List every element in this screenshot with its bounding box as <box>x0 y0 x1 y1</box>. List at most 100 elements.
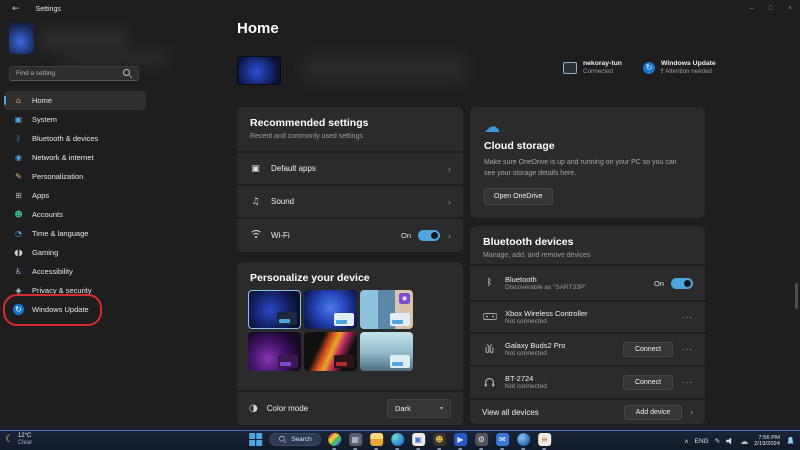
sidebar-item-system[interactable]: ▣ System <box>4 110 146 129</box>
wallpaper-thumb-4[interactable] <box>248 332 301 371</box>
system-tray: ∧ ENG ✎ ☁ 7:56 PM 2/19/2024 <box>684 432 795 450</box>
alert-icon: ! <box>661 68 664 75</box>
weather-temp: 12°C <box>17 433 32 439</box>
weather-widget[interactable]: ☾ 12°C Clear <box>5 433 32 447</box>
sidebar-item-network-internet[interactable]: ◉ Network & internet <box>4 148 146 167</box>
device-name: Galaxy Buds2 Pro <box>505 341 566 350</box>
wifi-toggle[interactable] <box>418 230 440 241</box>
more-options-button[interactable]: ··· <box>682 313 693 322</box>
cloud-storage-description: Make sure OneDrive is up and running on … <box>484 159 677 177</box>
settings-icon[interactable]: ⚙ <box>474 433 488 450</box>
sidebar-item-accounts[interactable]: ☻ Accounts <box>4 205 146 224</box>
back-button[interactable]: ← <box>12 4 20 14</box>
page-scrollbar[interactable] <box>795 283 798 309</box>
network-state: Connected <box>583 68 613 75</box>
search-icon <box>123 69 132 78</box>
app-glyph: ⚙ <box>477 435 485 444</box>
photos-icon[interactable]: ▣ <box>411 433 425 450</box>
running-indicator <box>332 448 337 450</box>
search-input[interactable]: Find a setting <box>9 66 139 81</box>
running-indicator <box>353 448 358 450</box>
moon-icon: ☾ <box>5 434 14 445</box>
onedrive-icon[interactable]: ☁ <box>740 437 748 446</box>
start-button[interactable] <box>249 433 263 446</box>
default-apps-row[interactable]: ▣ Default apps › <box>237 153 463 184</box>
default-apps-label: Default apps <box>271 164 316 173</box>
device-row-xbox-controller[interactable]: Xbox Wireless Controller Not connected ·… <box>470 302 705 332</box>
bluetooth-toggle-row[interactable]: ᛒ Bluetooth Discoverable as "SART33P" On <box>470 266 705 300</box>
sidebar-item-gaming[interactable]: ◖◗ Gaming <box>4 243 146 262</box>
color-mode-row[interactable]: ◑ Color mode Dark ▾ <box>237 392 463 425</box>
wallpaper-thumb-1[interactable] <box>248 290 301 329</box>
palette-app-icon[interactable] <box>327 433 341 450</box>
sidebar-item-privacy-security[interactable]: ◈ Privacy & security <box>4 281 146 300</box>
account-app-icon[interactable]: ☻ <box>432 433 446 450</box>
browser-app-icon[interactable] <box>516 433 530 450</box>
sidebar-item-personalization[interactable]: ✎ Personalization <box>4 167 146 186</box>
app-glyph: ▶ <box>457 435 464 444</box>
wifi-icon <box>249 229 262 242</box>
wallpaper-thumb-2[interactable] <box>304 290 357 329</box>
open-onedrive-button[interactable]: Open OneDrive <box>484 188 553 205</box>
window-title: Settings <box>35 5 61 13</box>
sidebar-item-home[interactable]: ⌂ Home <box>4 91 146 110</box>
wallpaper-thumb-3[interactable]: ◉ <box>360 290 413 329</box>
sound-row[interactable]: ♫ Sound › <box>237 186 463 217</box>
more-options-button[interactable]: ··· <box>682 345 693 354</box>
language-indicator[interactable]: ENG <box>695 438 709 445</box>
running-indicator <box>458 448 463 450</box>
minimize-button[interactable]: – <box>750 5 754 12</box>
chevron-right-icon: › <box>448 230 451 241</box>
clock[interactable]: 7:56 PM 2/19/2024 <box>754 435 780 448</box>
device-status: Not connected <box>505 383 547 390</box>
sidebar-item-apps[interactable]: ⊞ Apps <box>4 186 146 205</box>
spotlight-badge-icon: ◉ <box>399 293 410 304</box>
mail-app-icon[interactable]: ✉ <box>495 433 509 450</box>
volume-icon[interactable] <box>726 437 732 445</box>
sidebar-item-windows-update[interactable]: ↻ Windows Update <box>4 300 146 319</box>
color-mode-label: Color mode <box>266 404 309 413</box>
user-avatar[interactable] <box>9 23 34 54</box>
bluetooth-toggle[interactable] <box>671 277 693 289</box>
notification-bell-icon[interactable] <box>787 436 794 444</box>
color-mode-dropdown[interactable]: Dark ▾ <box>387 399 451 418</box>
sidebar-item-time-language[interactable]: ◔ Time & language <box>4 224 146 243</box>
sidebar-item-accessibility[interactable]: ♿ Accessibility <box>4 262 146 281</box>
app-glyph: ✉ <box>498 435 506 444</box>
hidden-icons-chevron[interactable]: ∧ <box>684 438 688 445</box>
add-device-button[interactable]: Add device <box>624 404 682 420</box>
taskbar-search[interactable]: Search <box>269 433 321 446</box>
pen-icon[interactable]: ✎ <box>715 437 720 445</box>
sidebar-item-label: System <box>32 115 58 124</box>
media-app-icon[interactable]: ▶ <box>453 433 467 450</box>
wifi-row[interactable]: Wi-Fi On › <box>237 219 463 252</box>
maximize-button[interactable]: □ <box>769 5 773 12</box>
search-placeholder: Find a setting <box>16 70 56 77</box>
sidebar-item-icon: ◈ <box>15 286 22 295</box>
notes-app-icon[interactable]: ≡ <box>537 433 551 450</box>
network-status-card[interactable]: nekoray-tun Connected <box>563 60 622 76</box>
windows-update-status-card[interactable]: ↻ Windows Update ! Attention needed <box>643 60 716 76</box>
widgets-icon[interactable]: ▦ <box>348 433 362 450</box>
sidebar-item-label: Bluetooth & devices <box>32 134 99 143</box>
close-button[interactable]: × <box>788 5 792 12</box>
update-name: Windows Update <box>661 60 716 67</box>
sidebar-item-icon: ◉ <box>15 153 22 162</box>
device-row-galaxy-buds[interactable]: Galaxy Buds2 Pro Not connected Connect ·… <box>470 334 705 365</box>
device-name: Xbox Wireless Controller <box>505 308 588 318</box>
edge-icon[interactable] <box>390 433 404 450</box>
wifi-state: On <box>400 231 411 240</box>
file-explorer-icon[interactable] <box>369 433 383 450</box>
connect-button[interactable]: Connect <box>623 342 673 357</box>
sidebar-item-bluetooth-devices[interactable]: ᛒ Bluetooth & devices <box>4 129 146 148</box>
sidebar-item-label: Privacy & security <box>32 286 92 295</box>
view-all-devices-row[interactable]: View all devices Add device › <box>470 400 705 424</box>
taskbar-search-label: Search <box>291 436 312 443</box>
wallpaper-thumb-5[interactable] <box>304 332 357 371</box>
wallpaper-thumb-6[interactable] <box>360 332 413 371</box>
device-row-bt-2724[interactable]: BT-2724 Not connected Connect ··· <box>470 367 705 398</box>
sidebar-item-label: Time & language <box>32 229 89 238</box>
more-options-button[interactable]: ··· <box>682 378 693 387</box>
connect-button[interactable]: Connect <box>623 375 673 390</box>
bluetooth-icon: ᛒ <box>486 278 493 288</box>
